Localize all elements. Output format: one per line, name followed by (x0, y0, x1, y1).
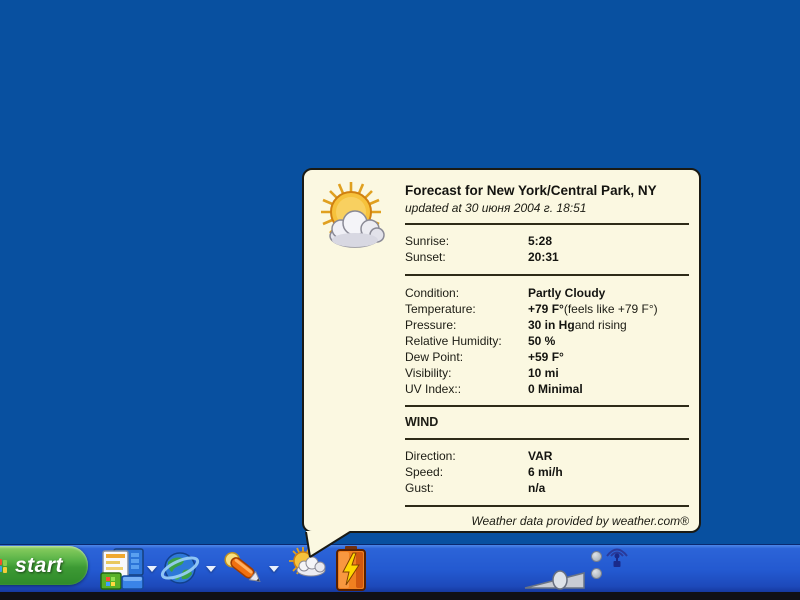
display-properties-icon[interactable] (99, 547, 145, 591)
forecast-title: Forecast for New York/Central Park, NY (405, 183, 657, 198)
divider (405, 223, 689, 225)
globe-icon[interactable] (160, 548, 200, 588)
wind-section: Direction: VAR Speed: 6 mi/h Gust: n/a (405, 448, 689, 496)
weather-row: Temperature: +79 F° (feels like +79 F°) (405, 302, 658, 316)
sun-cloud-icon (321, 182, 385, 248)
weather-row: Direction: VAR (405, 449, 553, 463)
volume-slider[interactable] (524, 570, 588, 590)
status-led-icon (591, 568, 602, 579)
dropdown-arrow-icon[interactable] (147, 566, 157, 572)
desktop: Forecast for New York/Central Park, NY u… (0, 0, 800, 600)
divider (405, 505, 689, 507)
status-led-icon (591, 551, 602, 562)
start-button[interactable]: start (0, 546, 88, 585)
divider (405, 405, 689, 407)
divider (405, 438, 689, 440)
weather-row: Dew Point: +59 F° (405, 350, 564, 364)
weather-row: Sunrise: 5:28 (405, 234, 553, 248)
start-button-label: start (15, 553, 64, 577)
pen-icon[interactable] (219, 547, 269, 591)
weather-forecast-balloon: Forecast for New York/Central Park, NY u… (302, 168, 701, 533)
sun-times-section: Sunrise: 5:28 Sunset: 20:31 (405, 233, 689, 265)
weather-row: Sunset: 20:31 (405, 250, 559, 264)
conditions-section: Condition: Partly Cloudy Temperature: +7… (405, 285, 689, 397)
forecast-updated: updated at 30 июня 2004 г. 18:51 (405, 201, 587, 215)
windows-flag-icon (0, 558, 8, 573)
divider (405, 274, 689, 276)
weather-row: Speed: 6 mi/h (405, 465, 563, 479)
dropdown-arrow-icon[interactable] (206, 566, 216, 572)
antenna-icon[interactable] (604, 546, 630, 568)
wind-section-header: WIND (405, 415, 439, 429)
weather-row: Relative Humidity: 50 % (405, 334, 556, 348)
weather-row: UV Index:: 0 Minimal (405, 382, 583, 396)
weather-row: Condition: Partly Cloudy (405, 286, 606, 300)
volume-slider-knob (552, 570, 568, 590)
weather-row: Pressure: 30 in Hg and rising (405, 318, 627, 332)
balloon-tail (305, 531, 351, 558)
weather-row: Gust: n/a (405, 481, 546, 495)
dropdown-arrow-icon[interactable] (269, 566, 279, 572)
screen-bottom-strip (0, 592, 800, 600)
attribution-text: Weather data provided by weather.com® (471, 514, 689, 528)
weather-row: Visibility: 10 mi (405, 366, 559, 380)
